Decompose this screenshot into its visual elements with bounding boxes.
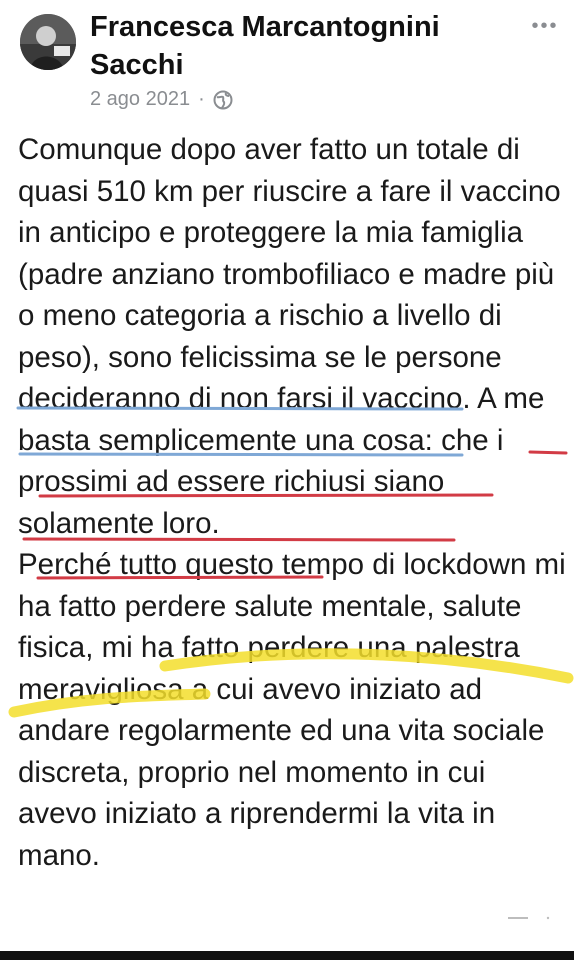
post-date[interactable]: 2 ago 2021 <box>90 88 190 111</box>
more-options-button[interactable]: ••• <box>527 14 563 38</box>
author-avatar[interactable] <box>20 14 76 70</box>
globe-icon[interactable] <box>213 90 233 110</box>
post-paragraph-2: Perché tutto questo tempo di lockdown mi… <box>18 548 566 872</box>
post-meta: 2 ago 2021 · <box>90 88 233 111</box>
post-paragraph-1: Comunque dopo aver fatto un totale di qu… <box>18 133 561 540</box>
post-text: Comunque dopo aver fatto un totale di qu… <box>18 129 566 876</box>
meta-separator: · <box>198 88 205 110</box>
facebook-post: Francesca Marcantognini Sacchi ••• 2 ago… <box>0 0 574 960</box>
author-name[interactable]: Francesca Marcantognini Sacchi <box>90 8 490 84</box>
more-options-icon: ••• <box>531 14 559 37</box>
bottom-edge-bar <box>0 951 574 960</box>
